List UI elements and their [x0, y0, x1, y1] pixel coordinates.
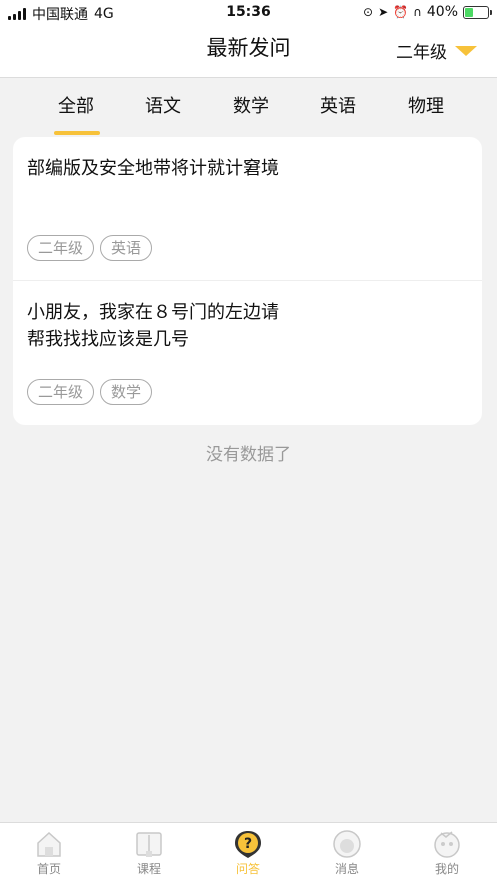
- profile-icon: [432, 829, 462, 859]
- battery-icon: [463, 5, 492, 19]
- active-tab-indicator: [54, 131, 100, 135]
- grade-label: 二年级: [396, 43, 447, 63]
- battery-percent: 40%: [426, 4, 458, 20]
- home-icon: [34, 829, 64, 859]
- question-line: 部编版及安全地带将计就计窘境: [27, 158, 279, 179]
- nav-qa[interactable]: ? 问答: [213, 829, 283, 877]
- nav-bar: 最新发问 二年级: [0, 26, 497, 78]
- question-line: 帮我找找应该是几号: [27, 329, 189, 350]
- message-icon: [332, 829, 362, 859]
- question-tags: 二年级 数学: [27, 379, 153, 405]
- subject-tag: 英语: [100, 235, 153, 261]
- tab-more[interactable]: ·: [484, 92, 497, 113]
- question-icon: ?: [233, 829, 263, 859]
- headphones-icon: ∩: [413, 5, 422, 19]
- question-text: 部编版及安全地带将计就计窘境: [27, 155, 467, 182]
- grade-selector[interactable]: 二年级: [396, 38, 477, 63]
- tab-english[interactable]: 英语: [308, 92, 368, 118]
- tab-chinese[interactable]: 语文: [133, 92, 193, 118]
- nav-home-label: 首页: [36, 862, 61, 876]
- tab-math[interactable]: 数学: [221, 92, 281, 118]
- question-text: 小朋友，我家在８号门的左边请 帮我找找应该是几号: [27, 299, 467, 353]
- question-tags: 二年级 英语: [27, 235, 153, 261]
- nav-messages[interactable]: 消息: [312, 829, 382, 877]
- tab-physics[interactable]: 物理: [396, 92, 456, 118]
- status-bar: 中国联通 4G 15:36 ⊙ ➤ ⏰ ∩ 40%: [0, 0, 497, 26]
- nav-home[interactable]: 首页: [14, 829, 84, 877]
- grade-tag: 二年级: [27, 235, 95, 261]
- question-list: 部编版及安全地带将计就计窘境 二年级 英语 小朋友，我家在８号门的左边请 帮我找…: [13, 137, 482, 425]
- nav-course-label: 课程: [136, 862, 161, 876]
- status-right: ⊙ ➤ ⏰ ∩ 40%: [363, 4, 492, 20]
- alarm-icon: ⏰: [393, 5, 409, 19]
- subject-tag: 数学: [100, 379, 153, 405]
- question-item[interactable]: 小朋友，我家在８号门的左边请 帮我找找应该是几号 二年级 数学: [13, 281, 482, 425]
- rotation-lock-icon: ⊙: [363, 5, 374, 19]
- question-line: 小朋友，我家在８号门的左边请: [27, 302, 279, 323]
- grade-tag: 二年级: [27, 379, 95, 405]
- nav-profile-label: 我的: [434, 862, 459, 876]
- location-icon: ➤: [378, 5, 389, 19]
- question-item[interactable]: 部编版及安全地带将计就计窘境 二年级 英语: [13, 137, 482, 281]
- svg-text:?: ?: [244, 836, 252, 852]
- subject-tabs: 全部 语文 数学 英语 物理 ·: [0, 78, 497, 136]
- nav-messages-label: 消息: [334, 862, 359, 876]
- nav-qa-label: 问答: [235, 862, 260, 876]
- tab-all[interactable]: 全部: [46, 92, 106, 118]
- caret-down-icon: [455, 45, 477, 56]
- bottom-nav: 首页 课程 ? 问答 消息 我的: [0, 822, 497, 883]
- nav-profile[interactable]: 我的: [412, 829, 482, 877]
- nav-course[interactable]: 课程: [114, 829, 184, 877]
- book-icon: [134, 829, 164, 859]
- list-end-text: 没有数据了: [206, 445, 291, 465]
